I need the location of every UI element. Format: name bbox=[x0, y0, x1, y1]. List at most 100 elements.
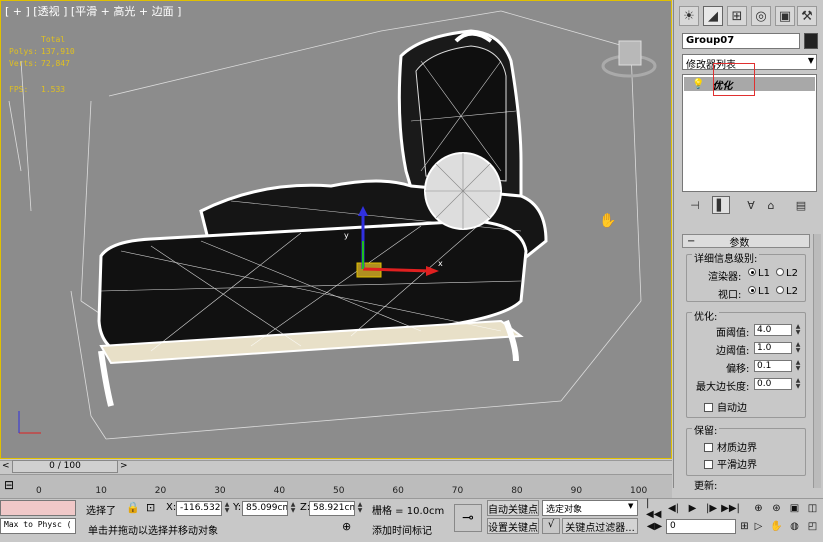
key-filters-button[interactable]: 关键点过滤器... bbox=[562, 518, 638, 534]
grid-size: 栅格 = 10.0cm bbox=[372, 506, 445, 517]
object-color-swatch[interactable] bbox=[804, 33, 818, 49]
renderer-l1-radio[interactable]: L1 bbox=[748, 268, 770, 279]
motion-tab-icon[interactable]: ◎ bbox=[751, 6, 771, 26]
time-slider[interactable]: 0 / 100 bbox=[12, 460, 118, 473]
key-mode-toggle-icon[interactable]: ◀▶ bbox=[646, 519, 663, 534]
create-tab-icon[interactable]: ☀ bbox=[679, 6, 699, 26]
collapse-icon: − bbox=[687, 235, 696, 247]
optimize-title: 优化: bbox=[692, 308, 720, 323]
bias-input[interactable]: 0.1 bbox=[754, 360, 792, 372]
timeline-tick: 80 bbox=[511, 486, 523, 496]
timeline-tick: 60 bbox=[392, 486, 404, 496]
svg-text:✋: ✋ bbox=[599, 212, 616, 229]
absolute-mode-icon[interactable]: ⊡ bbox=[146, 501, 155, 514]
go-to-start-icon[interactable]: |◀◀ bbox=[646, 498, 663, 520]
timeline-tick: 70 bbox=[451, 486, 464, 496]
key-mode-icon[interactable]: √ bbox=[542, 518, 560, 534]
lock-icon[interactable]: 🔒 bbox=[126, 501, 140, 514]
lod-title: 详细信息级别: bbox=[692, 250, 760, 265]
key-icon[interactable]: ⊸ bbox=[454, 504, 482, 532]
face-threshold-label: 面阈值: bbox=[716, 328, 750, 339]
zoom-extents-icon[interactable]: ▣ bbox=[786, 501, 803, 516]
timeline-tick: 10 bbox=[95, 486, 107, 496]
timeline-tick: 40 bbox=[273, 486, 286, 496]
max-edge-input[interactable]: 0.0 bbox=[754, 378, 792, 390]
renderer-l2-radio[interactable]: L2 bbox=[776, 268, 798, 279]
configure-sets-icon[interactable]: ▤ bbox=[792, 196, 810, 214]
max-edge-label: 最大边长度: bbox=[696, 382, 750, 393]
spinner-arrows-icon[interactable]: ▲ ▼ bbox=[794, 342, 802, 354]
maxscript-listener-pink[interactable] bbox=[0, 500, 76, 516]
hierarchy-tab-icon[interactable]: ⊞ bbox=[727, 6, 747, 26]
y-label: Y: bbox=[233, 502, 242, 513]
preserve-title: 保留: bbox=[692, 422, 720, 437]
next-frame-icon[interactable]: > bbox=[120, 461, 128, 471]
z-coordinate-field[interactable]: 58.921cm bbox=[309, 501, 355, 516]
remove-modifier-icon[interactable]: ⌂ bbox=[762, 196, 780, 214]
smooth-boundary-checkbox[interactable]: 平滑边界 bbox=[704, 456, 757, 471]
selection-set-dropdown[interactable]: 选定对象 bbox=[542, 500, 638, 516]
auto-edge-checkbox[interactable]: 自动边 bbox=[704, 399, 747, 414]
zoom-all-icon[interactable]: ⊛ bbox=[768, 501, 785, 516]
timeline-tick: 50 bbox=[333, 486, 345, 496]
orbit-icon[interactable]: ◍ bbox=[786, 519, 803, 534]
timeline-tick: 90 bbox=[570, 486, 583, 496]
viewport-l1-radio[interactable]: L1 bbox=[748, 286, 770, 297]
spinner-arrows-icon[interactable]: ▲ ▼ bbox=[794, 378, 802, 390]
x-coordinate-field[interactable]: -116.532cm bbox=[176, 501, 222, 516]
edge-threshold-label: 边阈值: bbox=[716, 346, 750, 357]
display-tab-icon[interactable]: ▣ bbox=[775, 6, 795, 26]
prev-frame-icon[interactable]: < bbox=[2, 461, 10, 471]
modify-tab-icon[interactable]: ◢ bbox=[703, 6, 723, 26]
zoom-icon[interactable]: ⊕ bbox=[750, 501, 767, 516]
chevron-down-icon[interactable]: ▼ bbox=[628, 502, 633, 510]
lightbulb-icon[interactable]: 💡 bbox=[692, 79, 704, 90]
renderer-label: 渲染器: bbox=[708, 272, 742, 283]
pin-stack-icon[interactable]: ⊣ bbox=[686, 196, 704, 214]
parameters-rollout: − 参数 详细信息级别: 渲染器: L1 L2 视口: L1 L2 优化: 面阈… bbox=[682, 234, 810, 492]
pan-icon[interactable]: ✋ bbox=[768, 519, 785, 534]
utilities-tab-icon[interactable]: ⚒ bbox=[797, 6, 817, 26]
spinner-arrows-icon[interactable]: ▲ ▼ bbox=[289, 502, 297, 514]
make-unique-icon[interactable]: ∀ bbox=[742, 196, 760, 214]
curve-editor-icon[interactable]: ⊟ bbox=[4, 478, 14, 492]
zoom-extents-all-icon[interactable]: ◫ bbox=[804, 501, 821, 516]
timeline-tick: 30 bbox=[214, 486, 226, 496]
viewport-l2-radio[interactable]: L2 bbox=[776, 286, 798, 297]
auto-key-button[interactable]: 自动关键点 bbox=[487, 500, 539, 516]
time-tag-icon[interactable]: ⊕ bbox=[342, 520, 351, 533]
show-end-result-icon[interactable]: ▌ bbox=[712, 196, 730, 214]
field-of-view-icon[interactable]: ▷ bbox=[750, 519, 767, 534]
edge-threshold-input[interactable]: 1.0 bbox=[754, 342, 792, 354]
previous-frame-icon[interactable]: ◀| bbox=[665, 501, 682, 516]
rollout-title: 参数 bbox=[729, 237, 750, 249]
perspective-viewport[interactable]: [ + ] [透视 ] [平滑 + 高光 + 边面 ] Total Polys:… bbox=[0, 0, 672, 459]
panel-scrollbar[interactable] bbox=[813, 234, 821, 488]
add-time-tag-button[interactable]: 添加时间标记 bbox=[372, 522, 432, 537]
chaise-lounge-wireframe[interactable]: ✋ bbox=[1, 1, 672, 459]
rollout-header[interactable]: − 参数 bbox=[682, 234, 810, 249]
maxscript-listener[interactable]: Max to Physc ( bbox=[0, 518, 76, 534]
maximize-viewport-icon[interactable]: ◰ bbox=[804, 519, 821, 534]
gizmo-y-label: y bbox=[344, 231, 349, 240]
viewport-lod-label: 视口: bbox=[718, 290, 742, 301]
spinner-arrows-icon[interactable]: ▲ ▼ bbox=[223, 502, 231, 514]
spinner-arrows-icon[interactable]: ▲ ▼ bbox=[794, 360, 802, 372]
prompt-line: 单击并拖动以选择并移动对象 bbox=[88, 526, 218, 537]
current-frame-field[interactable]: 0 bbox=[666, 519, 736, 534]
play-icon[interactable]: ▶ bbox=[684, 501, 701, 516]
x-label: X: bbox=[166, 502, 177, 513]
set-key-button[interactable]: 设置关键点 bbox=[487, 518, 539, 534]
y-coordinate-field[interactable]: 85.099cm bbox=[242, 501, 288, 516]
bias-label: 偏移: bbox=[726, 364, 750, 375]
go-to-end-icon[interactable]: ▶▶| bbox=[721, 501, 740, 516]
update-title: 更新: bbox=[692, 477, 720, 492]
spinner-arrows-icon[interactable]: ▲ ▼ bbox=[356, 502, 364, 514]
object-name-field[interactable]: Group07 bbox=[682, 33, 800, 49]
material-boundary-checkbox[interactable]: 材质边界 bbox=[704, 439, 757, 454]
spinner-arrows-icon[interactable]: ▲ ▼ bbox=[794, 324, 802, 336]
face-threshold-input[interactable]: 4.0 bbox=[754, 324, 792, 336]
next-frame-icon[interactable]: |▶ bbox=[703, 501, 720, 516]
chevron-down-icon: ▼ bbox=[807, 56, 814, 65]
selection-status: 选择了 bbox=[86, 506, 116, 517]
